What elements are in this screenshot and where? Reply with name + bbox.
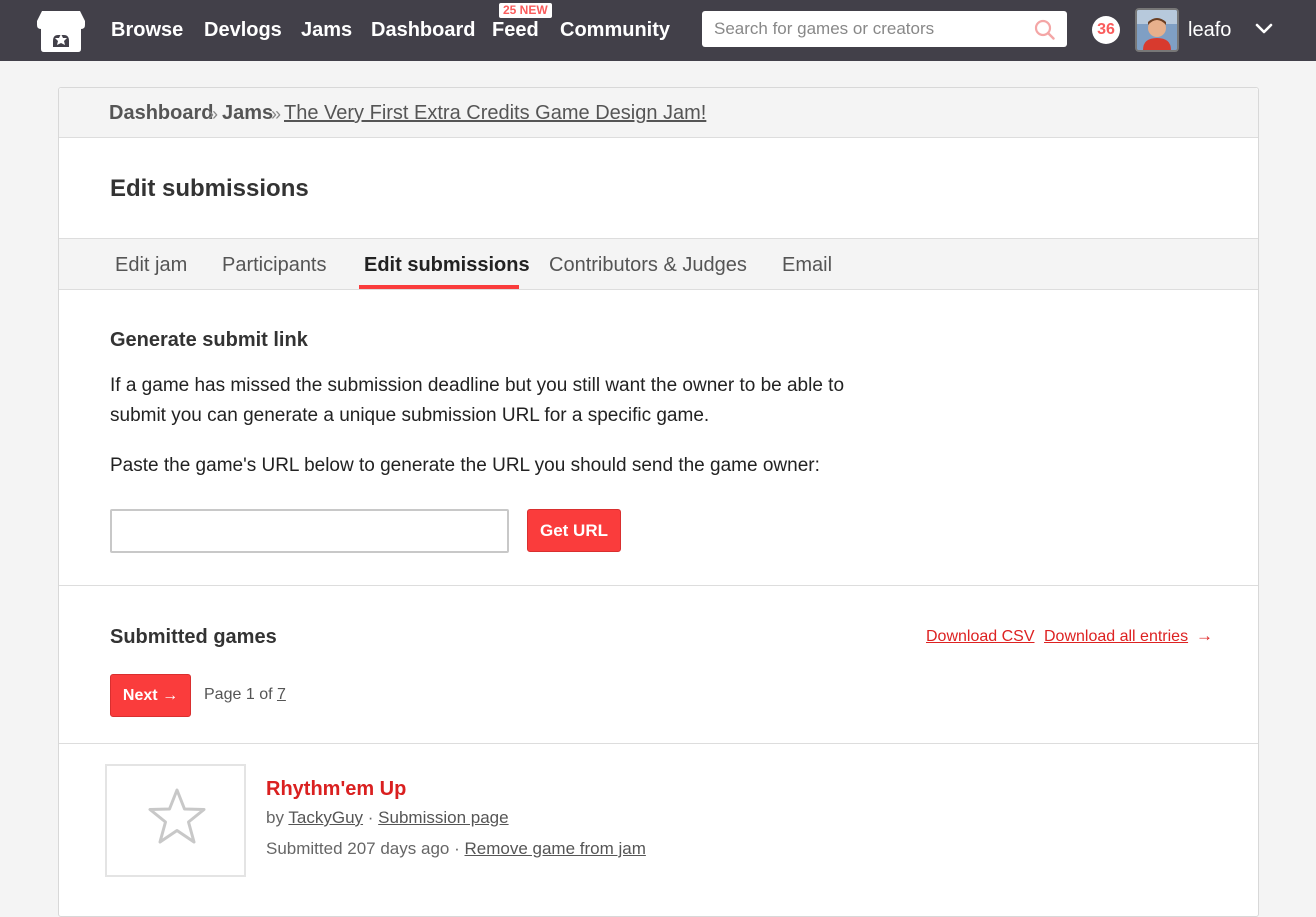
meta-separator: · <box>367 808 374 827</box>
arrow-right-icon: → <box>162 687 179 704</box>
download-all-entries-link[interactable]: Download all entries <box>1044 627 1188 647</box>
generate-description-line2: submit you can generate a unique submiss… <box>110 405 710 426</box>
feed-new-badge: 25 NEW <box>499 3 552 18</box>
nav-browse[interactable]: Browse <box>111 17 183 43</box>
arrow-right-icon: → <box>1196 626 1213 645</box>
generate-link-heading: Generate submit link <box>110 329 308 351</box>
search-box <box>702 11 1067 47</box>
game-thumbnail[interactable] <box>105 764 246 877</box>
game-author-link[interactable]: TackyGuy <box>288 808 363 827</box>
tab-participants[interactable]: Participants <box>222 252 327 278</box>
page-title: Edit submissions <box>110 175 309 202</box>
next-button-label: Next <box>122 687 158 704</box>
breadcrumb-jams[interactable]: Jams <box>222 100 273 126</box>
star-icon <box>148 788 206 844</box>
nav-jams[interactable]: Jams <box>301 17 352 43</box>
itchio-logo-icon[interactable] <box>36 7 86 53</box>
chevron-down-icon[interactable] <box>1254 19 1274 39</box>
meta-separator: · <box>454 839 460 858</box>
nav-community[interactable]: Community <box>560 17 670 43</box>
breadcrumb: Dashboard » Jams » The Very First Extra … <box>59 88 1258 138</box>
game-byline: by TackyGuy · Submission page <box>266 807 509 829</box>
game-url-input[interactable] <box>110 509 509 553</box>
search-input[interactable] <box>702 11 1022 47</box>
nav-devlogs[interactable]: Devlogs <box>204 17 282 43</box>
notification-count-badge[interactable]: 36 <box>1092 16 1120 44</box>
username-label[interactable]: leafo <box>1188 17 1231 43</box>
download-csv-link[interactable]: Download CSV <box>926 627 1035 647</box>
submitted-games-heading: Submitted games <box>110 626 277 648</box>
tab-edit-jam[interactable]: Edit jam <box>115 252 187 278</box>
generate-instruction: Paste the game's URL below to generate t… <box>110 455 820 476</box>
nav-dashboard[interactable]: Dashboard <box>371 17 475 43</box>
game-submission-info: Submitted 207 days ago · Remove game fro… <box>266 838 646 860</box>
submitted-time: Submitted 207 days ago <box>266 839 450 858</box>
tab-bar: Edit jam Participants Edit submissions C… <box>59 238 1258 290</box>
page-of-label: of <box>259 686 273 703</box>
breadcrumb-jam-title[interactable]: The Very First Extra Credits Game Design… <box>284 100 706 126</box>
main-card: Dashboard » Jams » The Very First Extra … <box>58 87 1259 917</box>
page-total-link[interactable]: 7 <box>277 686 286 703</box>
avatar[interactable] <box>1135 8 1179 52</box>
tab-edit-submissions[interactable]: Edit submissions <box>364 252 530 278</box>
game-title-link[interactable]: Rhythm'em Up <box>266 776 406 802</box>
pagination-info: Page 1 of 7 <box>204 685 286 705</box>
breadcrumb-dashboard[interactable]: Dashboard <box>109 100 213 126</box>
breadcrumb-separator: » <box>208 104 219 124</box>
by-label: by <box>266 808 284 827</box>
get-url-button[interactable]: Get URL <box>527 509 621 552</box>
tab-email[interactable]: Email <box>782 252 832 278</box>
top-nav-bar: Browse Devlogs Jams Dashboard Feed 25 NE… <box>0 0 1316 61</box>
next-page-button[interactable]: Next → <box>110 674 191 717</box>
page-label: Page <box>204 686 242 703</box>
breadcrumb-separator: » <box>271 104 282 124</box>
remove-game-link[interactable]: Remove game from jam <box>465 839 646 858</box>
generate-description-line1: If a game has missed the submission dead… <box>110 375 845 396</box>
search-icon[interactable] <box>1034 19 1055 40</box>
user-photo-icon <box>1137 10 1177 50</box>
section-divider <box>59 743 1258 744</box>
page-current: 1 <box>245 686 255 703</box>
submission-page-link[interactable]: Submission page <box>378 808 508 827</box>
nav-feed[interactable]: Feed <box>492 17 539 43</box>
tab-contributors-judges[interactable]: Contributors & Judges <box>549 252 747 278</box>
active-tab-indicator <box>359 285 519 289</box>
section-divider <box>59 585 1258 586</box>
